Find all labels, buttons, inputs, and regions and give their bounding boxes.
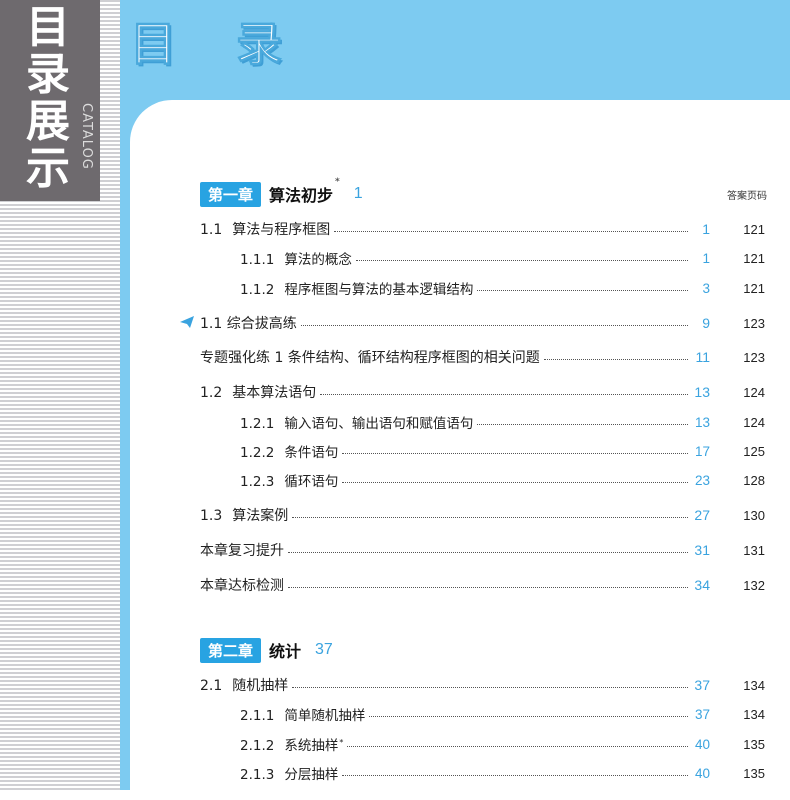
chapter-page: 1: [353, 185, 363, 202]
toc-entry[interactable]: 1.1 算法与程序框图 1 121: [200, 218, 765, 240]
toc-entry[interactable]: 专题强化练 1 条件结构、循环结构程序框图的相关问题 11 123: [200, 346, 765, 368]
chapter-name: 算法初步*: [269, 177, 340, 205]
toc-content: 答案页码 第一章 算法初步* 1 1.1 算法与程序框图 1 121 1.1.1 算法…: [0, 0, 790, 790]
toc-entry[interactable]: 2.1.2 系统抽样* 40 135: [240, 733, 765, 755]
chapter-badge: 第二章: [200, 637, 262, 663]
toc-entry[interactable]: 1.1.2 程序框图与算法的基本逻辑结构 3 121: [240, 277, 765, 299]
toc-entry[interactable]: 本章达标检测 34 132: [200, 574, 765, 596]
toc-entry[interactable]: 2.1 随机抽样 37 134: [200, 674, 765, 696]
toc-entry[interactable]: 2.1.1 简单随机抽样 37 134: [240, 703, 765, 725]
toc-entry[interactable]: 1.2.1 输入语句、输出语句和赋值语句 13 124: [240, 411, 765, 433]
chapter-badge: 第一章: [200, 181, 262, 207]
chapter-heading[interactable]: 第二章 统计 37: [200, 637, 333, 663]
chapter-name: 统计: [269, 642, 302, 661]
toc-entry[interactable]: 1.2.3 循环语句 23 128: [240, 469, 765, 491]
chapter-page: 37: [315, 641, 333, 658]
toc-entry[interactable]: 1.3 算法案例 27 130: [200, 504, 765, 526]
toc-entry[interactable]: 1.2 基本算法语句 13 124: [200, 381, 765, 403]
toc-entry[interactable]: 1.2.2 条件语句 17 125: [240, 440, 765, 462]
toc-entry[interactable]: 1.1.1 算法的概念 1 121: [240, 247, 765, 269]
toc-entry[interactable]: 本章复习提升 31 131: [200, 539, 765, 561]
toc-entry[interactable]: 1.1 综合拔高练 9 123: [180, 312, 765, 334]
paper-plane-icon: [180, 315, 194, 331]
chapter-heading[interactable]: 第一章 算法初步* 1: [200, 177, 363, 207]
toc-entry[interactable]: 2.1.3 分层抽样 40 135: [240, 762, 765, 784]
answer-page-header: 答案页码: [727, 191, 767, 202]
